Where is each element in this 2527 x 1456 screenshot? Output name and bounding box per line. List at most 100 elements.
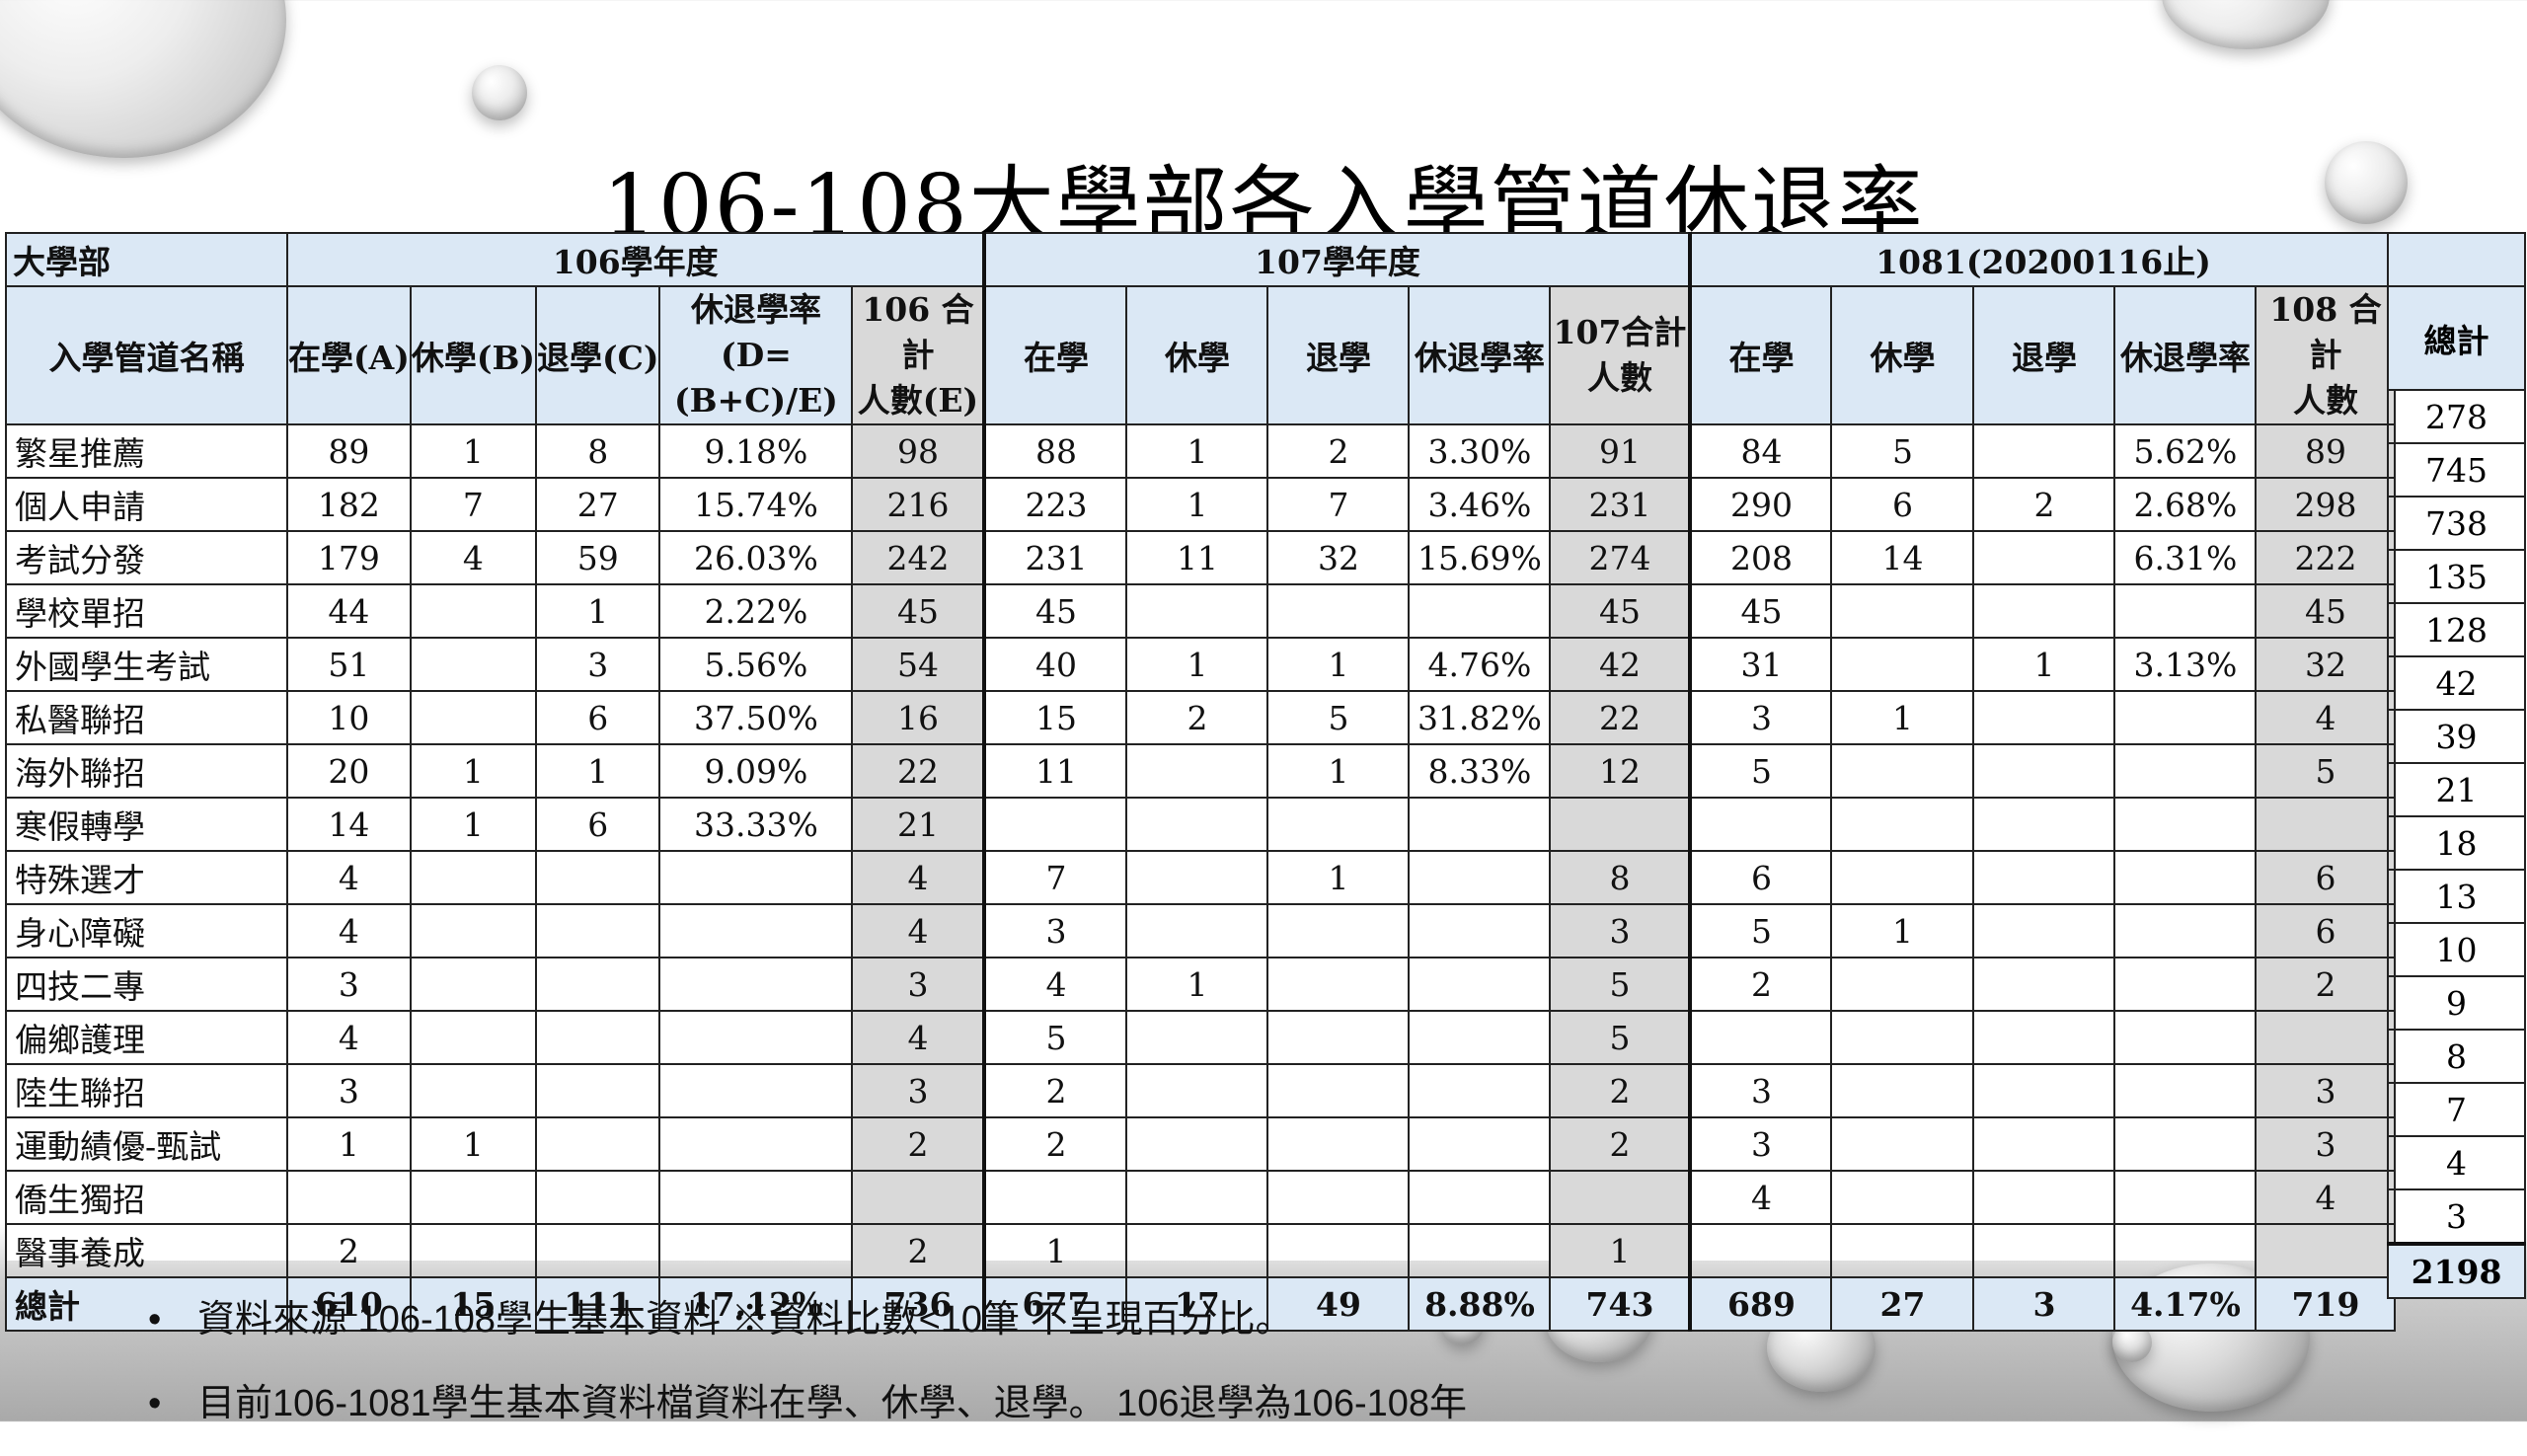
table-cell: 5 [1688, 743, 1833, 799]
grand-total-value: 2198 [2387, 1242, 2526, 1299]
table-cell [1408, 903, 1552, 958]
table-cell [1972, 850, 2116, 905]
table-cell: 5 [1266, 690, 1411, 745]
table-cell [1972, 423, 2116, 479]
table-cell [2113, 957, 2258, 1012]
channel-name: 海外聯招 [5, 743, 288, 799]
table-cell: 22 [1549, 690, 1692, 745]
table-cell: 4 [851, 1010, 986, 1065]
table-cell: 3 [2255, 1063, 2397, 1118]
note-text: 目前106-1081學生基本資料檔資料在學、休學、退學。 106退學為106-1… [197, 1383, 1468, 1424]
table-cell [286, 1170, 412, 1225]
subheader-y108-3: 休退學率 [2113, 285, 2258, 425]
table-cell: 4 [286, 903, 412, 958]
table-cell: 14 [1830, 530, 1975, 585]
row-total: 9 [2387, 975, 2526, 1031]
channel-name: 私醫聯招 [5, 690, 288, 745]
table-cell [1830, 583, 1975, 639]
table-cell [1972, 797, 2116, 852]
channel-name: 身心障礙 [5, 903, 288, 958]
table-cell [534, 1170, 661, 1225]
table-cell: 11 [1125, 530, 1269, 585]
table-cell: 3.46% [1408, 477, 1552, 532]
table-cell [1125, 797, 1269, 852]
table-row: 私醫聯招 10 6 37.50% 16 15 2 5 31.82% 22 3 1 4 [5, 690, 2397, 745]
table-cell [1266, 957, 1411, 1012]
row-total: 8 [2387, 1029, 2526, 1084]
table-cell: 26.03% [658, 530, 854, 585]
table-cell: 42 [1549, 637, 1692, 692]
table-cell: 3 [286, 957, 412, 1012]
table-cell: 8.33% [1408, 743, 1552, 799]
table-cell: 3 [851, 957, 986, 1012]
table-cell [409, 583, 537, 639]
table-cell [1125, 583, 1269, 639]
table-cell: 3 [1549, 903, 1692, 958]
table-cell: 5.62% [2113, 423, 2258, 479]
table-cell: 1 [1266, 743, 1411, 799]
table-cell: 1 [409, 1116, 537, 1172]
row-total: 13 [2387, 869, 2526, 924]
table-cell [1972, 530, 2116, 585]
table-cell: 216 [851, 477, 986, 532]
table-cell: 3 [982, 903, 1128, 958]
table-cell [1125, 1010, 1269, 1065]
table-cell: 59 [534, 530, 661, 585]
table-cell: 1 [409, 423, 537, 479]
table-cell: 182 [286, 477, 412, 532]
table-cell: 1 [534, 583, 661, 639]
table-cell: 1 [1830, 690, 1975, 745]
channel-name: 運動績優-甄試 [5, 1116, 288, 1172]
table-cell [1972, 690, 2116, 745]
table-cell [1830, 637, 1975, 692]
table-cell [1972, 903, 2116, 958]
table-cell [2255, 1223, 2397, 1278]
table-cell: 15.69% [1408, 530, 1552, 585]
table-cell: 88 [982, 423, 1128, 479]
table-cell: 6 [2255, 903, 2397, 958]
table-cell: 5 [1549, 957, 1692, 1012]
subheader-y107-0: 在學 [982, 285, 1128, 425]
table-cell: 27 [534, 477, 661, 532]
subheader-y107-2: 退學 [1266, 285, 1411, 425]
table-cell: 4.76% [1408, 637, 1552, 692]
table-cell [1830, 1063, 1975, 1118]
table-cell [409, 903, 537, 958]
table-cell: 719 [2255, 1276, 2397, 1332]
table-cell: 1 [1549, 1223, 1692, 1278]
table-cell: 44 [286, 583, 412, 639]
table-cell: 231 [1549, 477, 1692, 532]
table-cell [1125, 1116, 1269, 1172]
row-total: 3 [2387, 1188, 2526, 1245]
table-cell: 179 [286, 530, 412, 585]
table-cell [2113, 1063, 2258, 1118]
channel-name: 個人申請 [5, 477, 288, 532]
row-total: 738 [2387, 496, 2526, 551]
table-cell [1972, 957, 2116, 1012]
table-row: 特殊選才 4 4 7 1 8 6 6 [5, 850, 2397, 905]
table-cell [1125, 743, 1269, 799]
table-cell: 14 [286, 797, 412, 852]
table-cell: 2 [286, 1223, 412, 1278]
table-cell [1549, 1170, 1692, 1225]
table-cell [1972, 1063, 2116, 1118]
table-cell: 1 [409, 743, 537, 799]
table-cell: 5.56% [658, 637, 854, 692]
table-cell: 1 [1266, 637, 1411, 692]
table-cell: 7 [1266, 477, 1411, 532]
table-cell: 4 [982, 957, 1128, 1012]
channel-name: 繁星推薦 [5, 423, 288, 479]
table-cell: 4 [851, 850, 986, 905]
table-cell [1688, 797, 1833, 852]
table-cell: 4 [286, 1010, 412, 1065]
table-cell [1972, 583, 2116, 639]
table-cell [1266, 1223, 1411, 1278]
table-cell [658, 1223, 854, 1278]
table-row: 醫事養成 2 2 1 1 [5, 1223, 2397, 1278]
table-cell [1830, 957, 1975, 1012]
table-cell [1266, 583, 1411, 639]
table-cell: 4 [409, 530, 537, 585]
withdrawal-rate-table: 大學部 106學年度 107學年度 1081(20200116止) 入學管道名稱… [5, 232, 2397, 1332]
table-row: 外國學生考試 51 3 5.56% 54 40 1 1 4.76% 42 31 1 3.13% 32 [5, 637, 2397, 692]
table-cell: 11 [982, 743, 1128, 799]
